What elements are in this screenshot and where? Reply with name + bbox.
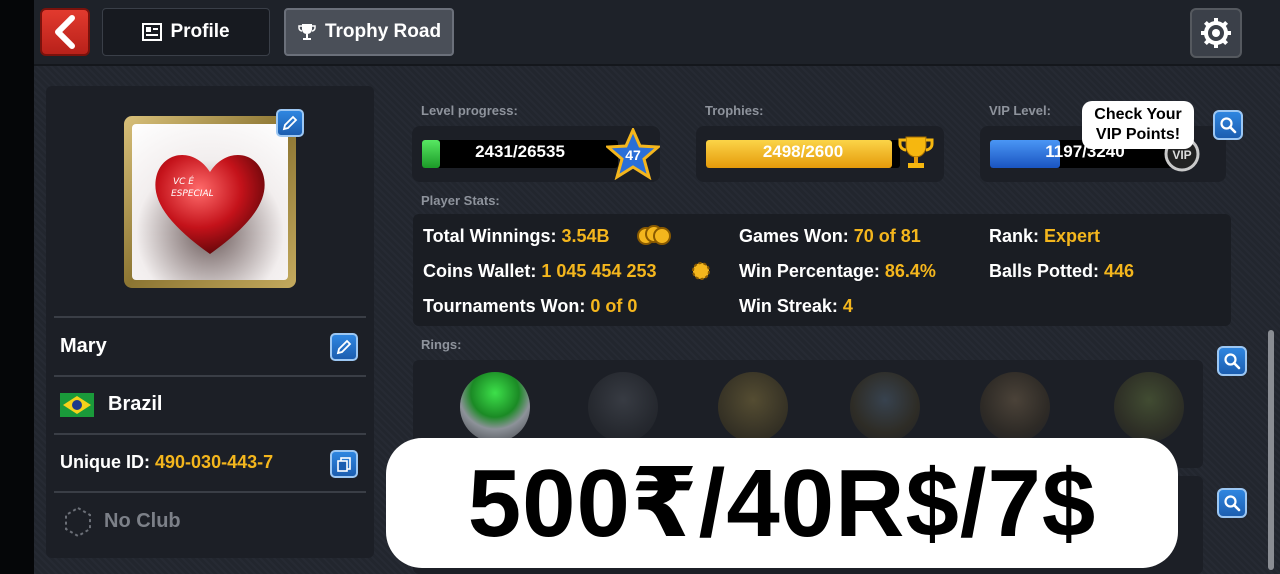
club-name: No Club <box>104 510 181 532</box>
collection-search-button[interactable] <box>1217 488 1247 518</box>
ring-icon[interactable] <box>980 372 1050 442</box>
player-stats-label: Player Stats: <box>421 193 500 208</box>
stat-label: Tournaments Won: <box>423 296 586 316</box>
rings-label: Rings: <box>421 337 462 352</box>
unique-id-label: Unique ID: <box>60 452 150 472</box>
level-star-icon: 47 <box>606 128 660 180</box>
copy-icon <box>337 457 351 472</box>
divider <box>54 491 366 493</box>
club-badge-icon <box>65 506 91 538</box>
avatar-image: VC É ESPECIAL <box>132 124 288 280</box>
trophies-value: 2498/2600 <box>762 142 844 161</box>
level-progress-label: Level progress: <box>421 103 518 118</box>
stat-value: 0 of 0 <box>590 296 638 316</box>
gear-icon <box>1201 18 1231 48</box>
edit-name-button[interactable] <box>330 333 358 361</box>
level-badge-number: 47 <box>625 147 641 163</box>
stat-win-percentage: Win Percentage: 86.4% <box>739 261 936 282</box>
stat-label: Balls Potted: <box>989 261 1100 281</box>
heart-icon: VC É ESPECIAL <box>155 154 265 254</box>
player-country: Brazil <box>108 393 163 415</box>
vip-tooltip-line-1: Check Your <box>1094 106 1182 123</box>
coins-stack-icon <box>637 225 671 245</box>
stat-label: Games Won: <box>739 226 849 246</box>
price-banner: 500₹/40R$/7$ <box>386 438 1178 568</box>
left-edge <box>0 0 34 574</box>
stat-value: 4 <box>842 296 853 316</box>
search-icon <box>1224 495 1241 512</box>
ring-icon[interactable] <box>718 372 788 442</box>
divider <box>54 375 366 377</box>
vip-tooltip-line-2: VIP Points! <box>1095 126 1181 143</box>
coin-icon <box>692 262 710 280</box>
stat-label: Win Percentage: <box>739 261 880 281</box>
stat-label: Coins Wallet: <box>423 261 537 281</box>
avatar-text-2: ESPECIAL <box>171 189 214 199</box>
copy-id-button[interactable] <box>330 450 358 478</box>
stat-value: 70 of 81 <box>853 226 921 246</box>
edit-avatar-button[interactable] <box>276 109 304 137</box>
trophies-label: Trophies: <box>705 103 764 118</box>
ring-icon[interactable] <box>588 372 658 442</box>
tab-profile[interactable]: Profile <box>102 8 270 56</box>
ring-icon[interactable] <box>460 372 530 442</box>
avatar-text-1: VC É <box>173 175 194 187</box>
stat-value: 3.54B <box>561 226 610 246</box>
stat-label: Total Winnings: <box>423 226 557 246</box>
settings-button[interactable] <box>1190 8 1242 58</box>
stat-tournaments-won: Tournaments Won: 0 of 0 <box>423 296 637 317</box>
stat-win-streak: Win Streak: 4 <box>739 296 853 317</box>
vip-points-tooltip[interactable]: Check Your VIP Points! <box>1082 101 1194 149</box>
vip-search-button[interactable] <box>1213 110 1243 140</box>
unique-id-row: Unique ID: 490-030-443-7 <box>60 452 273 473</box>
scrollbar[interactable] <box>1268 330 1274 570</box>
vip-badge-text: VIP <box>1172 148 1191 162</box>
pencil-icon <box>282 115 298 131</box>
brazil-flag-icon <box>60 393 94 417</box>
trophy-gold-icon <box>898 136 934 168</box>
stat-label: Rank: <box>989 226 1040 246</box>
back-button[interactable] <box>40 8 90 56</box>
stat-rank: Rank: Expert <box>989 226 1100 247</box>
stat-balls-potted: Balls Potted: 446 <box>989 261 1134 282</box>
search-icon <box>1224 353 1241 370</box>
search-icon <box>1220 117 1237 134</box>
ring-icon[interactable] <box>850 372 920 442</box>
unique-id-value: 490-030-443-7 <box>155 452 274 472</box>
stat-label: Win Streak: <box>739 296 838 316</box>
rings-search-button[interactable] <box>1217 346 1247 376</box>
stat-coins-wallet: Coins Wallet: 1 045 454 253 <box>423 261 656 282</box>
level-progress-value: 2431/26535 <box>475 142 565 161</box>
tab-profile-label: Profile <box>170 21 230 42</box>
stat-value: 446 <box>1104 261 1135 281</box>
stat-total-winnings: Total Winnings: 3.54B <box>423 226 610 247</box>
tab-trophy-road-label: Trophy Road <box>324 21 442 42</box>
stat-value: 86.4% <box>884 261 936 281</box>
id-card-icon <box>142 23 163 41</box>
stat-games-won: Games Won: 70 of 81 <box>739 226 921 247</box>
stat-value: 1 045 454 253 <box>541 261 657 281</box>
player-name: Mary <box>60 335 107 357</box>
ring-icon[interactable] <box>1114 372 1184 442</box>
stat-value: Expert <box>1044 226 1101 246</box>
tab-trophy-road[interactable]: Trophy Road <box>284 8 454 56</box>
divider <box>54 316 366 318</box>
chevron-left-icon <box>55 15 75 49</box>
divider <box>54 433 366 435</box>
avatar: VC É ESPECIAL <box>124 116 296 288</box>
trophy-icon <box>298 24 316 40</box>
vip-level-label: VIP Level: <box>989 103 1051 118</box>
pencil-icon <box>336 339 352 355</box>
